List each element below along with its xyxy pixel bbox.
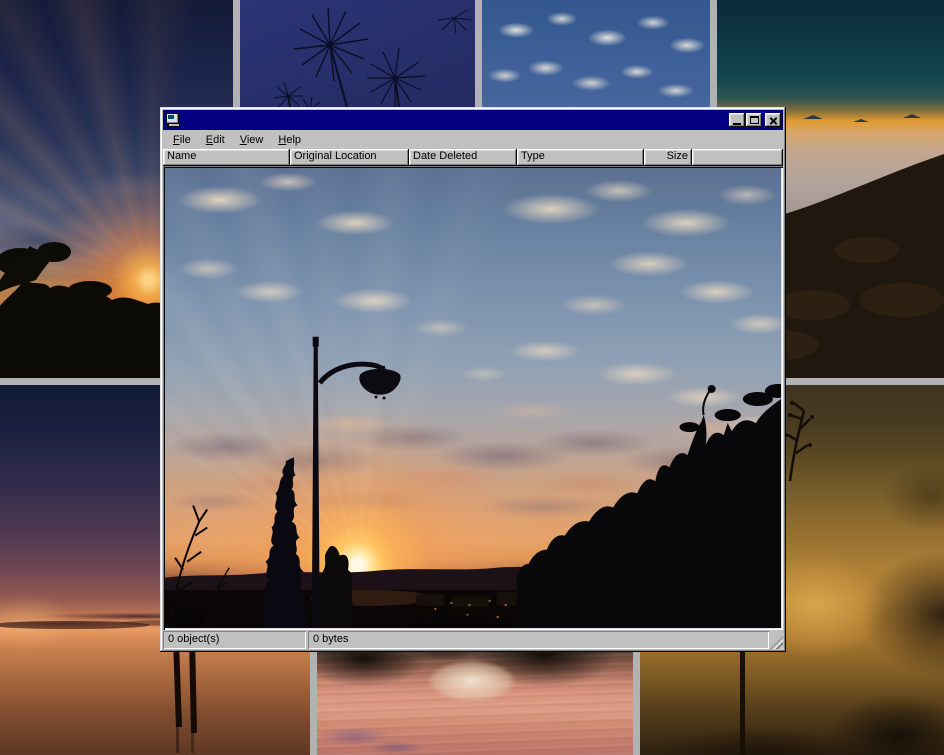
menu-help[interactable]: Help: [272, 133, 307, 147]
menu-file[interactable]: File: [167, 133, 197, 147]
maximize-icon: [750, 116, 759, 124]
resize-grip[interactable]: [770, 636, 783, 649]
menu-edit[interactable]: Edit: [200, 133, 231, 147]
monitor-base-shape: [168, 124, 180, 127]
column-header-type[interactable]: Type: [517, 149, 644, 166]
menu-view[interactable]: View: [234, 133, 270, 147]
status-size: 0 bytes: [308, 631, 769, 649]
file-list-area[interactable]: [163, 166, 783, 630]
silhouettes-layer: [165, 168, 781, 628]
maximize-button[interactable]: [746, 113, 762, 127]
menu-bar: File Edit View Help: [163, 131, 783, 149]
minimize-button[interactable]: [729, 113, 745, 127]
sunset-wallpaper-photo: [165, 168, 781, 628]
column-header-filler: [692, 149, 783, 166]
close-button[interactable]: [765, 113, 781, 127]
monitor-shape: [166, 113, 179, 124]
small-tree-silhouette: [315, 546, 353, 628]
column-header-date-deleted[interactable]: Date Deleted: [409, 149, 517, 166]
column-header-size[interactable]: Size: [644, 149, 692, 166]
status-bar: 0 object(s) 0 bytes: [163, 631, 783, 649]
column-header-original-location[interactable]: Original Location: [290, 149, 409, 166]
column-header-name[interactable]: Name: [163, 149, 290, 166]
close-icon: [769, 116, 778, 125]
cypress-tree-silhouette: [261, 457, 307, 628]
title-bar[interactable]: [163, 110, 783, 130]
column-headers: Name Original Location Date Deleted Type…: [163, 149, 783, 166]
status-object-count: 0 object(s): [163, 631, 306, 649]
minimize-icon: [733, 123, 741, 125]
computer-icon[interactable]: [165, 113, 181, 127]
right-trees-silhouette: [517, 384, 781, 628]
recycle-bin-window: File Edit View Help Name Original Locati…: [160, 107, 786, 652]
